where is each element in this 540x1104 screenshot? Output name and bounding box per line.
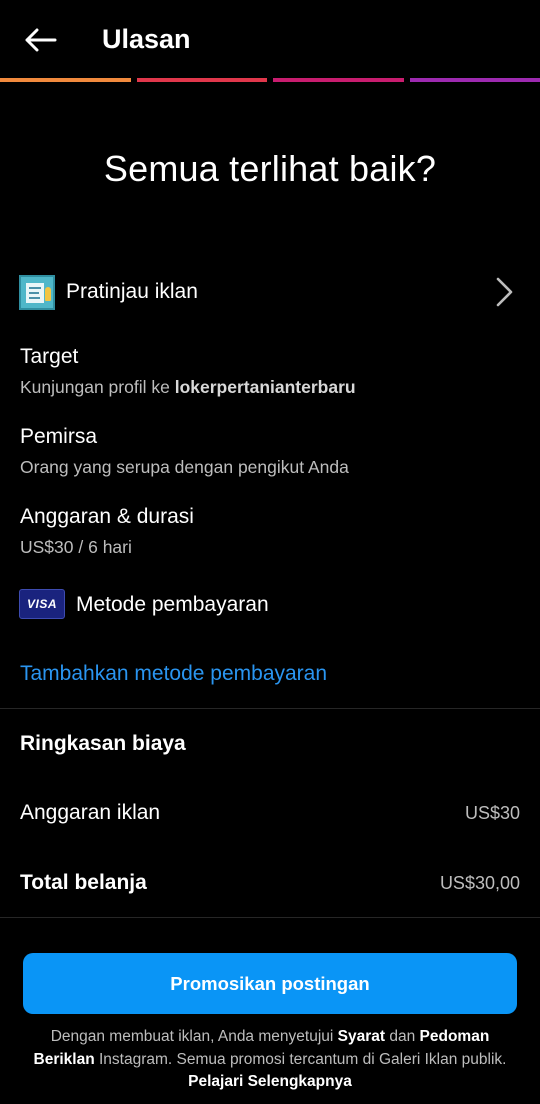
- budget-section: Anggaran & durasi US$30 / 6 hari: [20, 505, 520, 558]
- total-spend-label: Total belanja: [20, 871, 147, 894]
- legal-disclaimer: Dengan membuat iklan, Anda menyetujui Sy…: [20, 1026, 520, 1094]
- target-profile-handle: lokerpertanianterbaru: [174, 377, 356, 397]
- ad-preview-label: Pratinjau iklan: [66, 280, 198, 303]
- cost-summary-title: Ringkasan biaya: [20, 732, 186, 755]
- chevron-right-icon: [496, 277, 513, 307]
- progress-segment-2: [136, 78, 267, 82]
- payment-method-label: Metode pembayaran: [76, 593, 269, 616]
- terms-link[interactable]: Syarat: [338, 1028, 385, 1045]
- divider: [0, 917, 540, 918]
- ad-preview-row[interactable]: Pratinjau iklan: [0, 268, 540, 318]
- promote-post-label: Promosikan postingan: [170, 972, 370, 994]
- step-progress-bar: [0, 78, 540, 82]
- review-heading: Semua terlihat baik?: [103, 148, 437, 189]
- divider: [0, 708, 540, 709]
- ad-budget-label: Anggaran iklan: [20, 801, 161, 824]
- target-label: Target: [20, 345, 79, 368]
- legal-text: Instagram. Semua promosi tercantum di Ga…: [94, 1050, 507, 1068]
- progress-segment-1: [0, 78, 131, 82]
- back-button[interactable]: [20, 22, 60, 58]
- audience-section: Pemirsa Orang yang serupa dengan pengiku…: [20, 425, 520, 478]
- payment-method-row: VISA Metode pembayaran: [0, 586, 540, 626]
- card-brand-text: VISA: [26, 597, 57, 611]
- top-bar: Ulasan: [0, 0, 540, 78]
- audience-value: Orang yang serupa dengan pengikut Anda: [20, 457, 349, 477]
- total-spend-value: US$30,00: [439, 873, 520, 893]
- target-section: Target Kunjungan profil ke lokerpertania…: [20, 345, 520, 398]
- promote-post-button[interactable]: Promosikan postingan: [23, 953, 517, 1014]
- page-title: Ulasan: [102, 24, 191, 54]
- progress-segment-4: [409, 78, 540, 82]
- legal-text: Dengan membuat iklan, Anda menyetujui: [50, 1028, 338, 1045]
- add-payment-method-link[interactable]: Tambahkan metode pembayaran: [20, 662, 327, 686]
- back-arrow-icon: [25, 28, 57, 52]
- learn-more-link[interactable]: Pelajari Selengkapnya: [188, 1073, 352, 1090]
- audience-label: Pemirsa: [20, 425, 98, 448]
- ad-budget-value: US$30: [464, 803, 520, 823]
- visa-card-icon: VISA: [19, 589, 65, 619]
- target-value: Kunjungan profil ke lokerpertanianterbar…: [20, 377, 520, 398]
- target-value-prefix: Kunjungan profil ke: [20, 377, 175, 397]
- budget-label: Anggaran & durasi: [20, 505, 194, 528]
- ad-thumbnail: [19, 275, 55, 310]
- progress-segment-3: [273, 78, 404, 82]
- budget-value: US$30 / 6 hari: [20, 537, 132, 557]
- total-spend-row: Total belanja US$30,00: [20, 871, 520, 901]
- ad-budget-row: Anggaran iklan US$30: [20, 801, 520, 831]
- legal-text: dan: [385, 1028, 420, 1045]
